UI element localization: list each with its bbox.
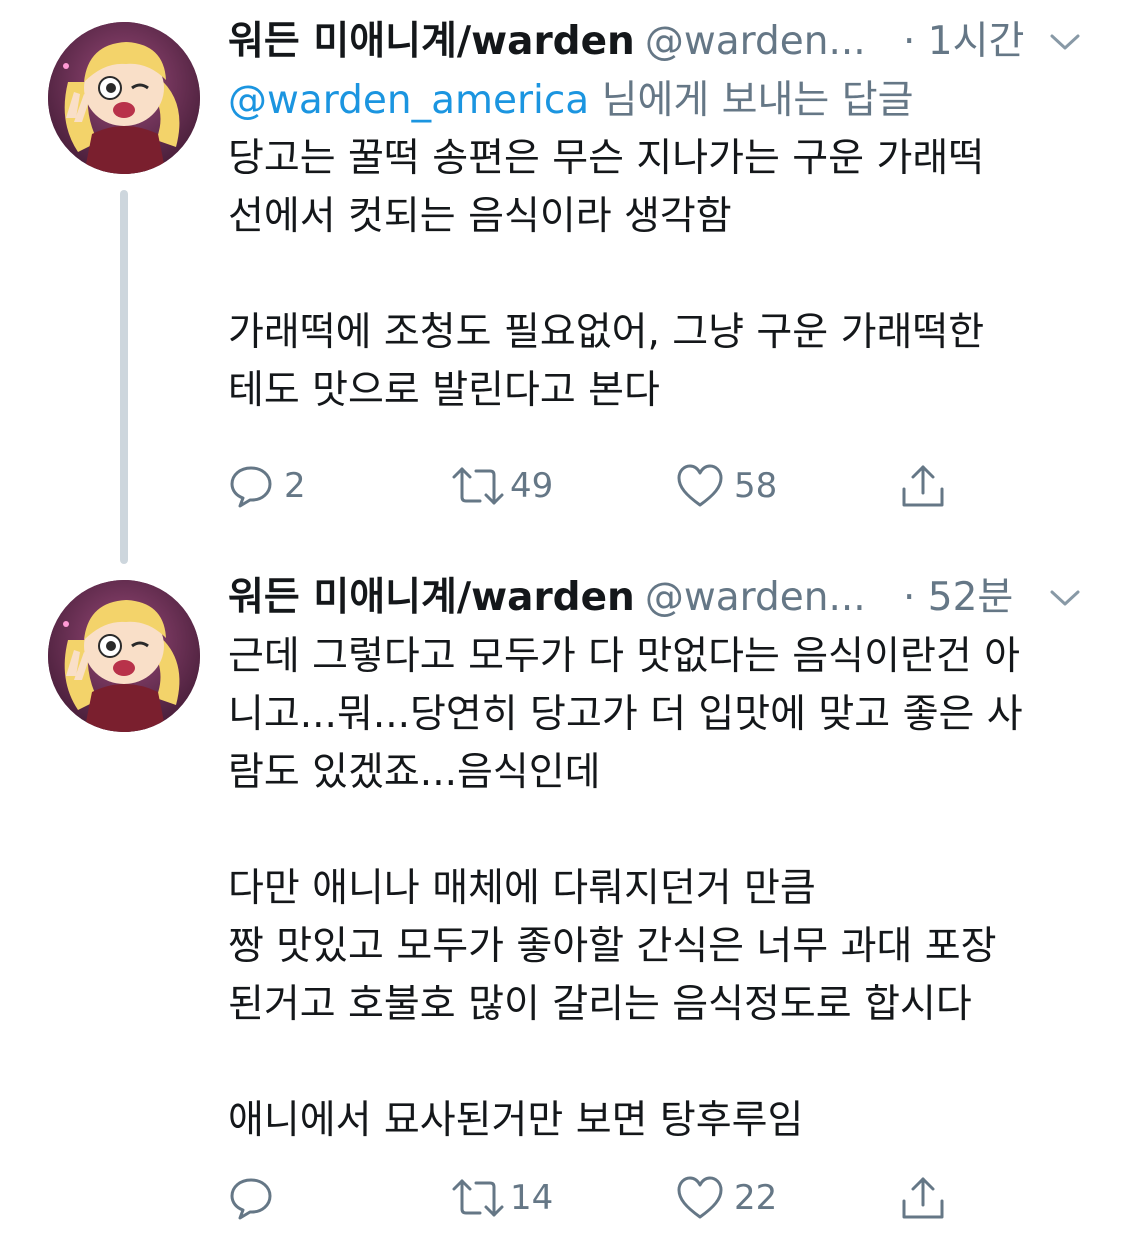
tweet-line: 테도 맛으로 발린다고 본다 — [228, 368, 660, 413]
thread-line — [120, 190, 128, 564]
tweet-actions: 2 49 58 — [228, 458, 988, 514]
avatar-image — [48, 580, 200, 732]
tweet-header: 워든 미애니계/warden @warden... · 1시간 — [228, 12, 1088, 72]
reply-button[interactable] — [228, 1170, 284, 1226]
display-name[interactable]: 워든 미애니계/warden — [228, 575, 635, 620]
retweet-button[interactable]: 49 — [450, 458, 553, 514]
speech-bubble-icon — [230, 466, 272, 508]
tweet-line: 애니에서 묘사된거만 보면 탕후루임 — [228, 1098, 804, 1143]
like-button[interactable]: 22 — [676, 1170, 777, 1226]
avatar-image — [48, 22, 200, 174]
share-button[interactable] — [898, 1170, 948, 1226]
avatar[interactable] — [48, 580, 200, 732]
heart-outline-icon — [677, 1176, 723, 1219]
reply-count: 2 — [284, 466, 306, 506]
timestamp[interactable]: · 1시간 — [903, 12, 1024, 72]
chevron-down-icon[interactable] — [1048, 586, 1082, 610]
avatar[interactable] — [48, 22, 200, 174]
reply-context-suffix: 님에게 보내는 답글 — [589, 78, 914, 123]
retweet-arrows-icon — [452, 467, 504, 505]
timestamp[interactable]: · 52분 — [903, 568, 1013, 628]
share-button[interactable] — [898, 458, 948, 514]
share-upload-icon — [902, 1177, 944, 1219]
tweet-text: 당고는 꿀떡 송편은 무슨 지나가는 구운 가래떡 선에서 컷되는 음식이라 생… — [228, 130, 1088, 420]
like-count: 58 — [734, 466, 778, 506]
tweet-line: 된거고 호불호 많이 갈리는 음식정도로 합시다 — [228, 982, 972, 1027]
tweet-line: 근데 그렇다고 모두가 다 맛없다는 음식이란건 아 — [228, 634, 1020, 679]
speech-bubble-icon — [230, 1178, 272, 1220]
retweet-count: 14 — [510, 1178, 554, 1218]
tweet-line: 당고는 꿀떡 송편은 무슨 지나가는 구운 가래떡 — [228, 136, 985, 181]
tweet-line: 람도 있겠죠...음식인데 — [228, 750, 601, 795]
reply-mention-link[interactable]: @warden_america — [228, 78, 589, 123]
retweet-count: 49 — [510, 466, 554, 506]
tweet-line: 다만 애니나 매체에 다뤄지던거 만큼 — [228, 866, 816, 911]
heart-outline-icon — [677, 464, 723, 507]
chevron-down-icon[interactable] — [1048, 30, 1082, 54]
share-upload-icon — [902, 465, 944, 507]
display-name[interactable]: 워든 미애니계/warden — [228, 19, 635, 64]
like-button[interactable]: 58 — [676, 458, 777, 514]
retweet-button[interactable]: 14 — [450, 1170, 553, 1226]
tweet-line: 가래떡에 조청도 필요없어, 그냥 구운 가래떡한 — [228, 310, 985, 355]
tweet-line: 짱 맛있고 모두가 좋아할 간식은 너무 과대 포장 — [228, 924, 997, 969]
tweet-text: 근데 그렇다고 모두가 다 맛없다는 음식이란건 아 니고...뭐...당연히 … — [228, 628, 1088, 1150]
reply-button[interactable]: 2 — [228, 458, 306, 514]
user-handle[interactable]: @warden... — [645, 19, 866, 64]
tweet-header: 워든 미애니계/warden @warden... · 52분 — [228, 568, 1088, 628]
retweet-arrows-icon — [452, 1179, 504, 1217]
tweet-actions: 14 22 — [228, 1170, 988, 1226]
reply-context: @warden_america 님에게 보내는 답글 — [228, 72, 1088, 130]
tweet-line: 니고...뭐...당연히 당고가 더 입맛에 맞고 좋은 사 — [228, 692, 1023, 737]
like-count: 22 — [734, 1178, 778, 1218]
user-handle[interactable]: @warden... — [645, 575, 866, 620]
tweet-line: 선에서 컷되는 음식이라 생각함 — [228, 194, 732, 239]
